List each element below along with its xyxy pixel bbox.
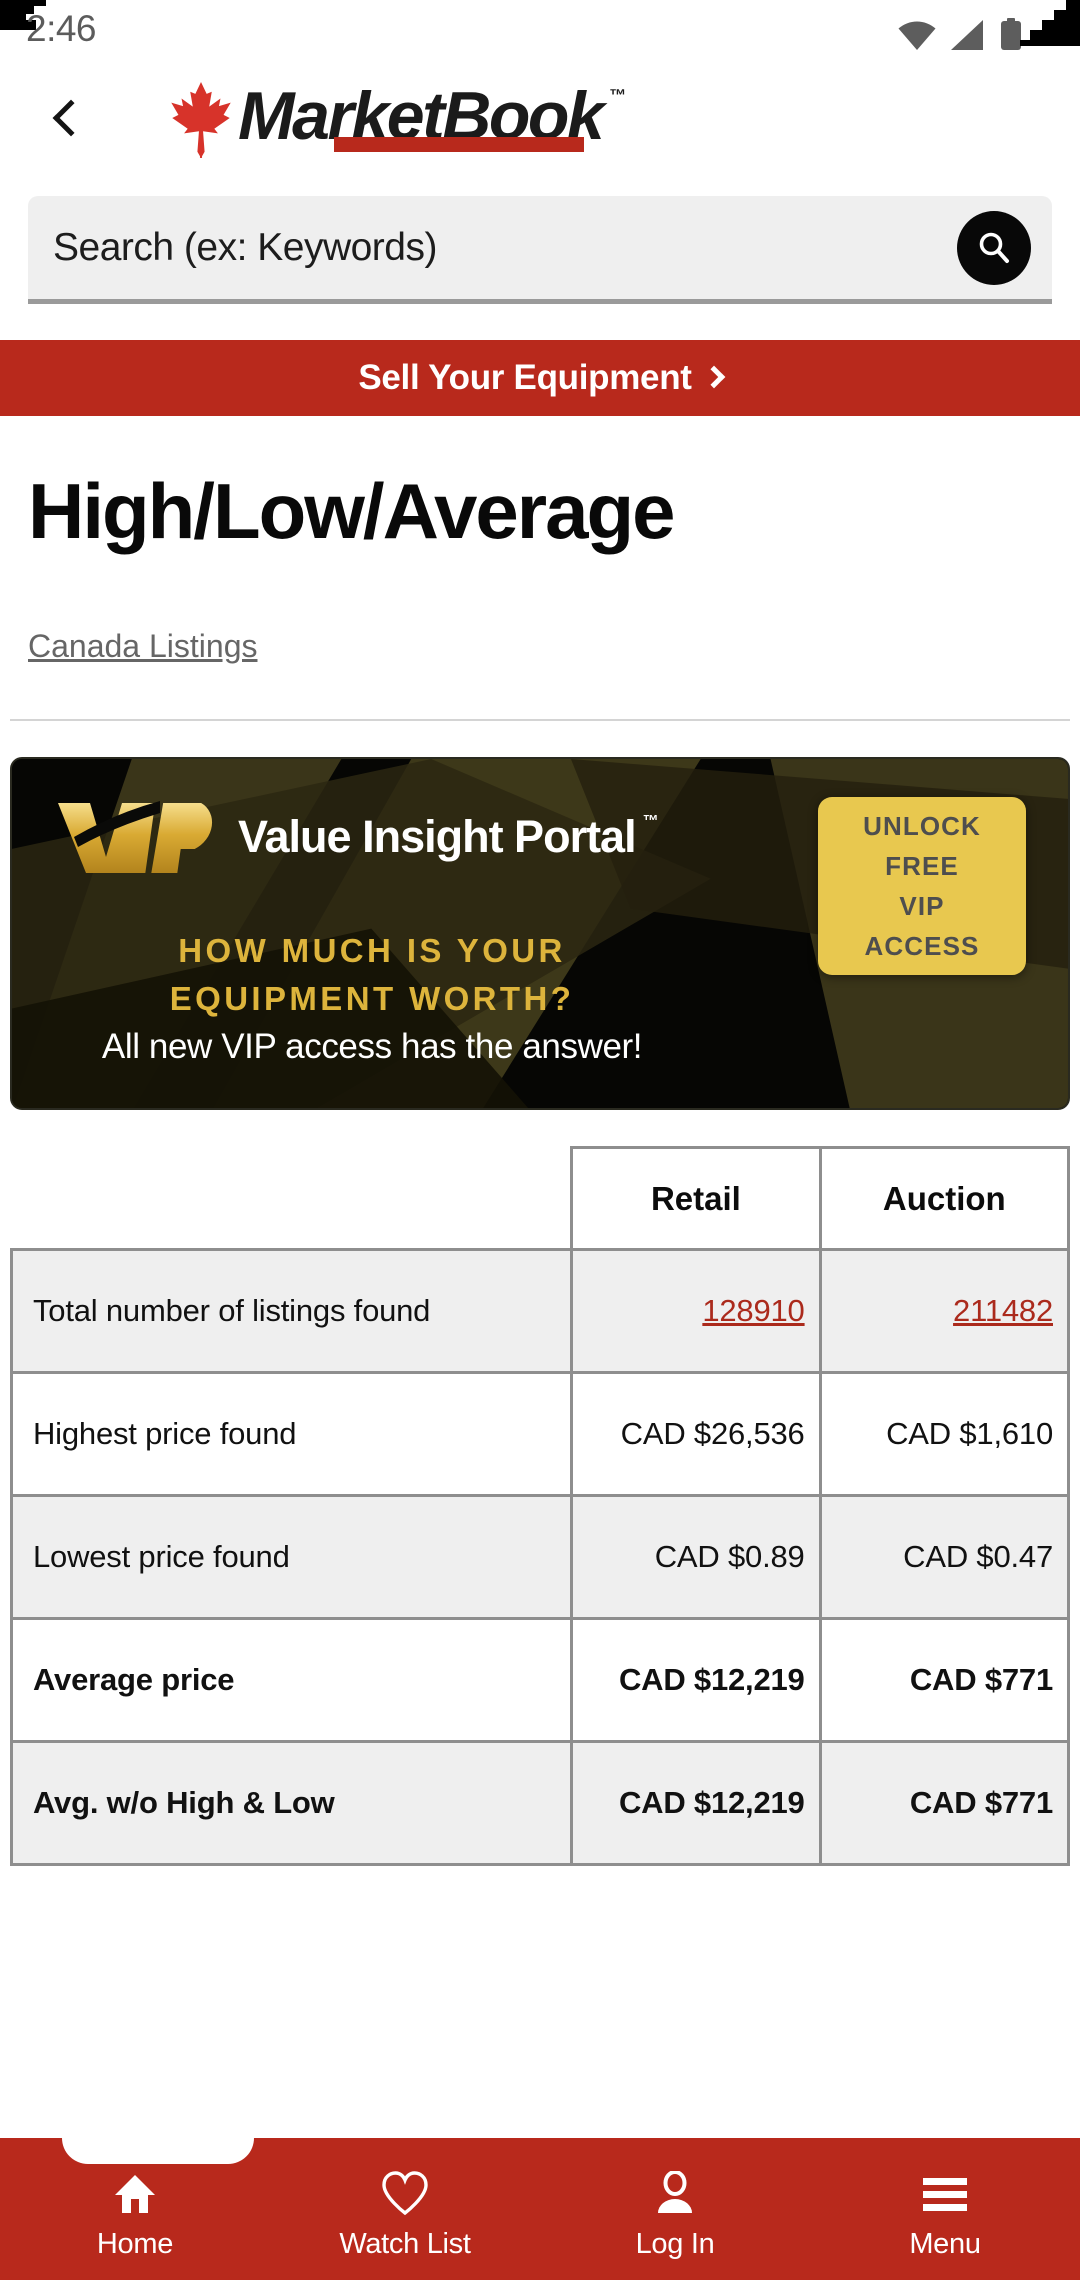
- home-icon: [112, 2170, 158, 2218]
- vip-portal-label: Value Insight Portal: [238, 811, 637, 862]
- battery-icon: [1000, 18, 1022, 50]
- cell-auction-highest-price: CAD $1,610: [818, 1371, 1071, 1497]
- search-icon: [979, 232, 1009, 263]
- header-blank-cell: [11, 1147, 572, 1250]
- wifi-icon: [898, 20, 936, 50]
- screen-corner-top-right: [1020, 0, 1080, 46]
- table-row: Lowest price found CAD $0.89 CAD $0.47: [9, 1494, 1071, 1620]
- row-label-highest-price: Highest price found: [9, 1371, 572, 1497]
- chevron-left-icon: [52, 99, 90, 137]
- header-auction: Auction: [818, 1146, 1071, 1251]
- app-header: MarketBook ™: [0, 62, 1080, 170]
- vip-banner-content: Value Insight Portal ™ HOW MUCH IS YOUR …: [12, 759, 1068, 1108]
- logo-underline-bar: [334, 137, 584, 152]
- vip-logo-row: Value Insight Portal ™: [56, 797, 659, 877]
- row-label-avg-wo-high-low: Avg. w/o High & Low: [9, 1740, 572, 1866]
- table-head: Retail Auction: [11, 1146, 1071, 1251]
- cell-retail-avg-wo-high-low: CAD $12,219: [570, 1740, 822, 1866]
- nav-item-home[interactable]: Home: [0, 2158, 270, 2261]
- high-low-average-table-section: Retail Auction Total number of listings …: [0, 1110, 1080, 1866]
- table-row: Avg. w/o High & Low CAD $12,219 CAD $771: [9, 1740, 1071, 1866]
- nav-item-watch-list[interactable]: Watch List: [270, 2158, 540, 2261]
- cta-line-1: UNLOCK: [863, 811, 981, 841]
- cta-line-4: ACCESS: [864, 931, 980, 961]
- table-row: Highest price found CAD $26,536 CAD $1,6…: [9, 1371, 1071, 1497]
- cell-auction-total-listings: 211482: [818, 1248, 1071, 1374]
- table-row: Average price CAD $12,219 CAD $771: [9, 1617, 1071, 1743]
- nav-item-menu[interactable]: Menu: [810, 2158, 1080, 2261]
- cell-auction-lowest-price: CAD $0.47: [818, 1494, 1071, 1620]
- cell-retail-highest-price: CAD $26,536: [570, 1371, 822, 1497]
- link-retail-listing-count[interactable]: 128910: [702, 1293, 804, 1328]
- sell-your-equipment-banner[interactable]: Sell Your Equipment: [0, 340, 1080, 416]
- row-label-lowest-price: Lowest price found: [9, 1494, 572, 1620]
- page-title-section: High/Low/Average: [0, 416, 1080, 554]
- nav-label-log-in: Log In: [635, 2227, 715, 2260]
- search-input[interactable]: Search (ex: Keywords): [28, 196, 1052, 304]
- nav-label-home: Home: [96, 2227, 174, 2260]
- search-section: Search (ex: Keywords): [0, 170, 1080, 304]
- vip-subhead: All new VIP access has the answer!: [101, 1027, 643, 1066]
- status-icon-group: [898, 14, 1022, 50]
- bottom-navigation-bar: Home Watch List Log In Menu: [0, 2112, 1080, 2280]
- vip-headline-line1: HOW MUCH IS YOUR: [178, 932, 566, 969]
- status-bar: 2:46: [0, 0, 1080, 62]
- person-icon: [653, 2170, 697, 2218]
- search-button[interactable]: [957, 210, 1031, 285]
- unlock-free-vip-access-button[interactable]: UNLOCK FREE VIP ACCESS: [818, 797, 1026, 975]
- vip-promo-banner[interactable]: Value Insight Portal ™ HOW MUCH IS YOUR …: [10, 757, 1070, 1110]
- breadcrumb-link-canada-listings[interactable]: Canada Listings: [28, 628, 257, 665]
- app-screen: 2:46 MarketBook ™ Search (ex: Keywords) …: [0, 0, 1080, 2280]
- vip-trademark-symbol: ™: [642, 813, 659, 830]
- cell-signal-icon: [950, 20, 984, 50]
- nav-label-watch-list: Watch List: [339, 2227, 471, 2260]
- nav-items-row: Home Watch List Log In Menu: [0, 2138, 1080, 2280]
- breadcrumb: Canada Listings: [0, 554, 1080, 665]
- search-placeholder-text: Search (ex: Keywords): [53, 225, 437, 269]
- high-low-average-table: Retail Auction Total number of listings …: [9, 1146, 1071, 1866]
- vip-headline: HOW MUCH IS YOUR EQUIPMENT WORTH?: [12, 927, 732, 1023]
- cta-line-3: VIP: [899, 891, 945, 921]
- marketbook-logo[interactable]: MarketBook ™: [168, 74, 626, 162]
- trademark-symbol: ™: [609, 86, 627, 105]
- table-body: Total number of listings found 128910 21…: [9, 1248, 1071, 1866]
- row-label-total-listings: Total number of listings found: [9, 1248, 572, 1374]
- vip-banner-section: Value Insight Portal ™ HOW MUCH IS YOUR …: [0, 721, 1080, 1110]
- row-label-average-price: Average price: [9, 1617, 572, 1743]
- table-row: Total number of listings found 128910 21…: [9, 1248, 1071, 1374]
- status-time: 2:46: [26, 8, 97, 49]
- vip-logo-icon: [58, 801, 213, 873]
- cell-retail-total-listings: 128910: [570, 1248, 822, 1374]
- hamburger-menu-icon: [921, 2170, 969, 2218]
- cell-auction-avg-wo-high-low: CAD $771: [818, 1740, 1071, 1866]
- page-title: High/Low/Average: [28, 467, 676, 555]
- header-retail: Retail: [570, 1146, 822, 1251]
- heart-icon: [381, 2170, 429, 2218]
- chevron-right-icon: [702, 365, 725, 389]
- nav-label-menu: Menu: [909, 2227, 981, 2260]
- cell-retail-lowest-price: CAD $0.89: [570, 1494, 822, 1620]
- link-auction-listing-count[interactable]: 211482: [953, 1293, 1053, 1328]
- maple-leaf-icon: [171, 82, 231, 158]
- sell-banner-label: Sell Your Equipment: [358, 358, 692, 397]
- cta-line-2: FREE: [885, 851, 959, 881]
- vip-headline-line2: EQUIPMENT WORTH?: [169, 980, 575, 1017]
- cell-auction-average-price: CAD $771: [818, 1617, 1071, 1743]
- back-button[interactable]: [48, 90, 94, 146]
- table-header-row: Retail Auction: [11, 1146, 1071, 1251]
- vip-portal-title: Value Insight Portal ™: [238, 811, 659, 863]
- cell-retail-average-price: CAD $12,219: [570, 1617, 822, 1743]
- nav-item-log-in[interactable]: Log In: [540, 2158, 810, 2261]
